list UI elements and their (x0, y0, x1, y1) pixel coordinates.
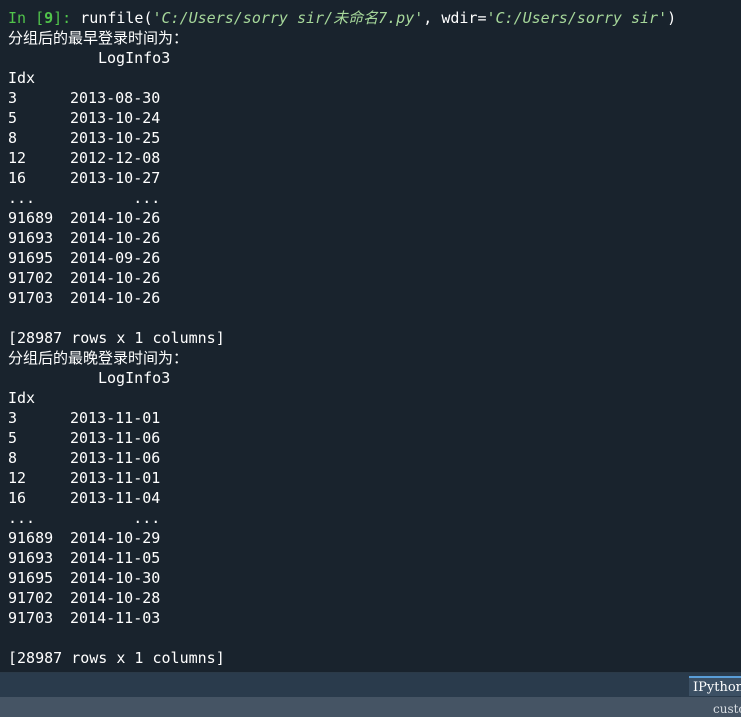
row-index: 91702 (8, 269, 54, 287)
table-row: 3 2013-11-01 (8, 408, 741, 428)
row-index: ... (8, 509, 36, 527)
row-value: ... (70, 189, 161, 207)
command-function: runfile( (80, 9, 153, 27)
table-row: 16 2013-10-27 (8, 168, 741, 188)
latest-heading: 分组后的最晚登录时间为： (8, 349, 189, 367)
status-bar: custom (0, 697, 741, 717)
row-value: 2013-11-01 (70, 409, 161, 427)
earliest-rows: 3 2013-08-30 5 2013-10-24 8 2013-10-25 12 2012-… (8, 88, 741, 308)
row-index: 91695 (8, 569, 54, 587)
row-value: 2014-10-29 (70, 529, 161, 547)
status-bar-text: custom (713, 702, 741, 716)
row-index: 8 (8, 129, 18, 147)
row-value: 2013-10-25 (70, 129, 161, 147)
row-index: ... (8, 189, 36, 207)
row-index: 3 (8, 89, 18, 107)
command-close: ) (667, 9, 677, 27)
table-row: ... ... (8, 508, 741, 528)
table-row: 91695 2014-10-30 (8, 568, 741, 588)
table-row: 12 2013-11-01 (8, 468, 741, 488)
table-row: 5 2013-10-24 (8, 108, 741, 128)
table-row: 91689 2014-10-26 (8, 208, 741, 228)
row-index: 91703 (8, 609, 54, 627)
row-index: 91693 (8, 229, 54, 247)
row-index: 12 (8, 469, 27, 487)
earliest-heading: 分组后的最早登录时间为： (8, 29, 189, 47)
table-row: 91703 2014-11-03 (8, 608, 741, 628)
row-value: 2013-10-27 (70, 169, 161, 187)
row-value: 2014-09-26 (70, 249, 161, 267)
table-row: 91702 2014-10-26 (8, 268, 741, 288)
row-value: 2013-10-24 (70, 109, 161, 127)
table-row: 91703 2014-10-26 (8, 288, 741, 308)
table-row: 3 2013-08-30 (8, 88, 741, 108)
row-index: 91689 (8, 529, 54, 547)
table-row: 91695 2014-09-26 (8, 248, 741, 268)
ipython-console-output[interactable]: In [9]: runfile('C:/Users/sorry sir/未命名7… (0, 0, 741, 673)
earliest-footer: [28987 rows x 1 columns] (8, 329, 225, 347)
row-value: 2012-12-08 (70, 149, 161, 167)
row-index: 91695 (8, 249, 54, 267)
row-value: 2014-11-03 (70, 609, 161, 627)
command-separator: , wdir= (423, 9, 487, 27)
earliest-index-name: Idx (8, 69, 36, 87)
input-prompt: In [9]: (8, 9, 80, 27)
row-index: 3 (8, 409, 18, 427)
row-index: 8 (8, 449, 18, 467)
pane-tab-bar: IPython console (0, 673, 741, 697)
row-value: 2014-10-30 (70, 569, 161, 587)
table-row: 12 2012-12-08 (8, 148, 741, 168)
row-index: 12 (8, 149, 27, 167)
prompt-suffix: ]: (53, 9, 81, 27)
row-index: 91703 (8, 289, 54, 307)
row-value: ... (70, 509, 161, 527)
row-value: 2013-11-06 (70, 429, 161, 447)
row-value: 2014-10-26 (70, 229, 161, 247)
row-value: 2013-08-30 (70, 89, 161, 107)
table-row: 91689 2014-10-29 (8, 528, 741, 548)
prompt-label: In [ (8, 9, 45, 27)
row-index: 91693 (8, 549, 54, 567)
row-value: 2013-11-06 (70, 449, 161, 467)
row-value: 2014-10-26 (70, 209, 161, 227)
column-name: LogInfo3 (98, 369, 171, 387)
row-value: 2014-10-26 (70, 289, 161, 307)
latest-index-name: Idx (8, 389, 36, 407)
row-index: 5 (8, 429, 18, 447)
command-arg-wdir: 'C:/Users/sorry sir' (486, 9, 668, 27)
latest-rows: 3 2013-11-01 5 2013-11-06 8 2013-11-06 12 2013-… (8, 408, 741, 628)
row-value: 2013-11-01 (70, 469, 161, 487)
table-row: ... ... (8, 188, 741, 208)
prompt-number: 9 (44, 9, 54, 27)
row-index: 16 (8, 169, 27, 187)
table-row: 8 2013-11-06 (8, 448, 741, 468)
row-index: 91689 (8, 209, 54, 227)
table-row: 91702 2014-10-28 (8, 588, 741, 608)
row-index: 91702 (8, 589, 54, 607)
column-name: LogInfo3 (98, 49, 171, 67)
command-line: In [9]: runfile('C:/Users/sorry sir/未命名7… (8, 8, 741, 28)
latest-footer: [28987 rows x 1 columns] (8, 649, 225, 667)
table-row: 5 2013-11-06 (8, 428, 741, 448)
table-row: 91693 2014-10-26 (8, 228, 741, 248)
table-row: 91693 2014-11-05 (8, 548, 741, 568)
row-value: 2014-10-26 (70, 269, 161, 287)
table-row: 16 2013-11-04 (8, 488, 741, 508)
latest-column-header: LogInfo3 (8, 368, 741, 388)
row-value: 2014-10-28 (70, 589, 161, 607)
row-value: 2014-11-05 (70, 549, 161, 567)
row-index: 16 (8, 489, 27, 507)
tab-ipython-console[interactable]: IPython console (689, 676, 741, 696)
earliest-column-header: LogInfo3 (8, 48, 741, 68)
console-lines: In [9]: runfile('C:/Users/sorry sir/未命名7… (8, 8, 741, 668)
row-index: 5 (8, 109, 18, 127)
row-value: 2013-11-04 (70, 489, 161, 507)
command-arg-path: 'C:/Users/sorry sir/未命名7.py' (152, 9, 424, 27)
table-row: 8 2013-10-25 (8, 128, 741, 148)
